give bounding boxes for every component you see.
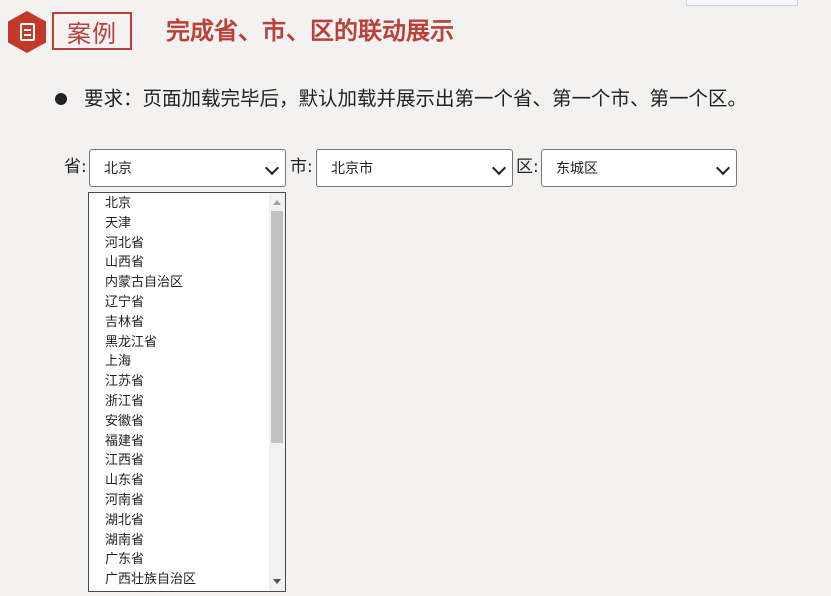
province-option[interactable]: 北京	[105, 194, 131, 214]
province-select[interactable]: 北京	[89, 149, 286, 187]
scrollbar-thumb[interactable]	[271, 211, 283, 443]
chevron-down-icon	[264, 160, 280, 176]
case-badge	[8, 11, 46, 53]
document-icon	[19, 23, 35, 41]
page-title: 完成省、市、区的联动展示	[166, 17, 454, 45]
city-select[interactable]: 北京市	[316, 149, 513, 187]
province-option[interactable]: 天津	[105, 214, 131, 234]
chevron-down-icon	[715, 160, 731, 176]
dropdown-scrollbar[interactable]	[269, 193, 285, 591]
province-option[interactable]: 广西壮族自治区	[105, 570, 196, 590]
province-option[interactable]: 湖北省	[105, 511, 144, 531]
province-option[interactable]: 安徽省	[105, 412, 144, 432]
province-option[interactable]: 黑龙江省	[105, 333, 157, 353]
province-option[interactable]: 内蒙古自治区	[105, 273, 183, 293]
province-option[interactable]: 吉林省	[105, 313, 144, 333]
province-option[interactable]: 上海	[105, 352, 131, 372]
slide: 案例 完成省、市、区的联动展示 要求：页面加载完毕后，默认加载并展示出第一个省、…	[0, 0, 831, 596]
district-select[interactable]: 东城区	[541, 149, 737, 187]
province-option[interactable]: 江苏省	[105, 372, 144, 392]
scroll-up-arrow-icon[interactable]	[273, 200, 281, 205]
province-option[interactable]: 山西省	[105, 253, 144, 273]
city-label: 市:	[290, 157, 313, 177]
province-option[interactable]: 江西省	[105, 451, 144, 471]
province-option[interactable]: 广东省	[105, 550, 144, 570]
province-option[interactable]: 湖南省	[105, 531, 144, 551]
province-option[interactable]: 河北省	[105, 234, 144, 254]
city-select-value: 北京市	[331, 161, 373, 177]
province-option[interactable]: 山东省	[105, 471, 144, 491]
district-label: 区:	[516, 157, 539, 177]
chevron-down-icon	[491, 160, 507, 176]
province-label: 省:	[64, 157, 87, 177]
case-label: 案例	[52, 12, 132, 50]
scroll-down-arrow-icon[interactable]	[273, 579, 281, 584]
province-option[interactable]: 辽宁省	[105, 293, 144, 313]
province-select-value: 北京	[104, 161, 132, 177]
province-option[interactable]: 浙江省	[105, 392, 144, 412]
background-window-edge	[686, 0, 798, 6]
province-dropdown-list[interactable]: 北京 天津 河北省 山西省 内蒙古自治区 辽宁省 吉林省 黑龙江省 上海 江苏省 浙江省 安徽省 福建省…	[88, 192, 286, 592]
province-option[interactable]: 河南省	[105, 491, 144, 511]
bullet-dot-icon	[55, 93, 67, 105]
province-option[interactable]: 福建省	[105, 432, 144, 452]
requirement-text: 要求：页面加载完毕后，默认加载并展示出第一个省、第一个市、第一个区。	[84, 87, 748, 110]
district-select-value: 东城区	[556, 161, 598, 177]
